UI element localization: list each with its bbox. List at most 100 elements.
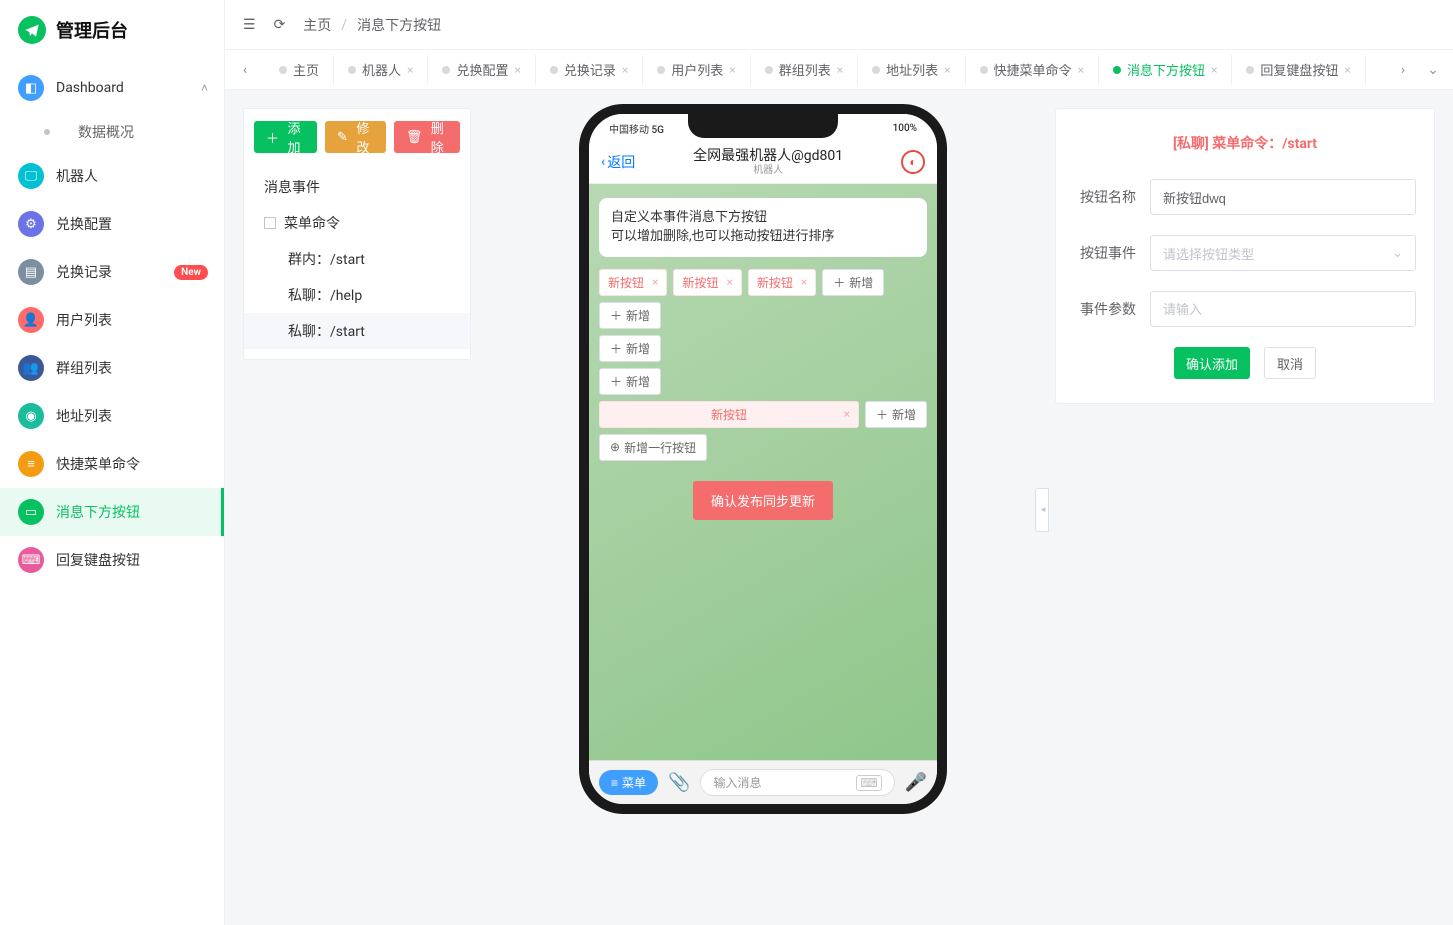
close-icon[interactable]: × — [407, 63, 413, 77]
content: ＋添加 ✎修改 🗑删除 消息事件 菜单命令 群内：/start 私聊：/help… — [225, 90, 1453, 925]
panel-collapse-handle[interactable]: ◂ — [1035, 488, 1049, 532]
menu-pill[interactable]: ≡菜单 — [599, 770, 658, 795]
plus-icon: ＋ — [610, 340, 622, 357]
tab-3[interactable]: 兑换记录× — [536, 55, 643, 85]
tabs-scroll-right[interactable]: › — [1389, 55, 1417, 85]
add-button[interactable]: ＋添加 — [254, 121, 317, 153]
chevron-up-icon: ˄ — [201, 81, 208, 95]
delete-button[interactable]: 🗑删除 — [394, 121, 460, 153]
fire-icon[interactable]: ◐ — [901, 150, 925, 174]
nav-user-list[interactable]: 👤 用户列表 — [0, 296, 224, 344]
nav-address-list[interactable]: ◉ 地址列表 — [0, 392, 224, 440]
tab-dot-icon — [872, 66, 880, 74]
tree-group[interactable]: 菜单命令 — [244, 205, 470, 241]
btn-chip[interactable]: 新按钮× — [673, 269, 741, 296]
add-chip[interactable]: ＋新增 — [599, 302, 661, 329]
confirm-button[interactable]: 确认添加 — [1174, 347, 1250, 379]
add-chip[interactable]: ＋新增 — [599, 335, 661, 362]
tab-dot-icon — [980, 66, 988, 74]
tab-dot-icon — [348, 66, 356, 74]
add-chip[interactable]: ＋新增 — [599, 368, 661, 395]
collapse-icon[interactable]: ☰ — [243, 17, 256, 33]
nav-reply-keyboard[interactable]: ⌨ 回复键盘按钮 — [0, 536, 224, 584]
close-icon[interactable]: × — [801, 275, 807, 289]
back-button[interactable]: ‹返回 — [601, 152, 635, 172]
label-param: 事件参数 — [1074, 299, 1136, 319]
input-name[interactable] — [1150, 179, 1416, 215]
publish-button[interactable]: 确认发布同步更新 — [693, 481, 833, 520]
sidebar: 管理后台 ◧ Dashboard ˄ 数据概况 🖵 机器人 ⚙ 兑换配置 ▤ — [0, 0, 225, 925]
form-title: [私聊] 菜单命令：/start — [1074, 133, 1416, 153]
paperclip-icon[interactable]: 📎 — [668, 772, 690, 793]
tab-4[interactable]: 用户列表× — [643, 55, 750, 85]
close-icon[interactable]: × — [1344, 63, 1350, 77]
mic-icon[interactable]: 🎤 — [905, 772, 927, 793]
tab-8[interactable]: 消息下方按钮× — [1099, 55, 1232, 85]
phone-preview-area: 中国移动 5G 100% ‹返回 全网最强机器人@gd801 机器人 ◐ 自定 — [489, 108, 1037, 907]
keypad-icon: ⌨ — [856, 775, 881, 791]
nav-data-overview[interactable]: 数据概况 — [0, 112, 224, 152]
nav-quick-menu[interactable]: ≡ 快捷菜单命令 — [0, 440, 224, 488]
nav-group-list[interactable]: 👥 群组列表 — [0, 344, 224, 392]
tabstrip: ‹ 主页机器人×兑换配置×兑换记录×用户列表×群组列表×地址列表×快捷菜单命令×… — [225, 50, 1453, 90]
close-icon[interactable]: × — [652, 275, 658, 289]
btn-chip[interactable]: 新按钮× — [599, 269, 667, 296]
btn-chip[interactable]: 新按钮× — [748, 269, 816, 296]
tree-item-2[interactable]: 私聊：/start — [244, 313, 470, 349]
close-icon[interactable]: × — [844, 407, 850, 421]
tabs-scroll-left[interactable]: ‹ — [231, 55, 259, 85]
refresh-icon[interactable]: ⟳ — [274, 17, 286, 33]
event-tree-panel: ＋添加 ✎修改 🗑删除 消息事件 菜单命令 群内：/start 私聊：/help… — [243, 108, 471, 360]
tab-dot-icon — [279, 66, 287, 74]
nav-exchange-config[interactable]: ⚙ 兑换配置 — [0, 200, 224, 248]
add-chip[interactable]: ＋新增 — [822, 269, 884, 296]
tab-0[interactable]: 主页 — [265, 55, 334, 85]
breadcrumb: 主页 / 消息下方按钮 — [303, 15, 441, 35]
btn-chip-selected[interactable]: 新按钮× — [599, 401, 859, 428]
tab-2[interactable]: 兑换配置× — [428, 55, 535, 85]
close-icon[interactable]: × — [622, 63, 628, 77]
chevron-down-icon: ⌄ — [1392, 246, 1403, 261]
close-icon[interactable]: × — [1211, 63, 1217, 77]
edit-button[interactable]: ✎修改 — [325, 121, 386, 153]
nav-robot[interactable]: 🖵 机器人 — [0, 152, 224, 200]
close-icon[interactable]: × — [514, 63, 520, 77]
tab-6[interactable]: 地址列表× — [858, 55, 965, 85]
hint-bubble: 自定义本事件消息下方按钮 可以增加删除,也可以拖动按钮进行排序 — [599, 198, 927, 257]
tree-item-0[interactable]: 群内：/start — [244, 241, 470, 277]
close-icon[interactable]: × — [729, 63, 735, 77]
label-name: 按钮名称 — [1074, 187, 1136, 207]
tab-9[interactable]: 回复键盘按钮× — [1232, 55, 1365, 85]
tab-1[interactable]: 机器人× — [334, 55, 428, 85]
pencil-icon: ✎ — [337, 129, 348, 145]
crumb-home[interactable]: 主页 — [303, 15, 331, 35]
select-event[interactable]: 请选择按钮类型 ⌄ — [1150, 235, 1416, 271]
tabs-dropdown[interactable]: ⌄ — [1419, 55, 1447, 85]
message-input[interactable]: 输入消息⌨ — [700, 769, 894, 796]
close-icon[interactable]: × — [944, 63, 950, 77]
cancel-button[interactable]: 取消 — [1264, 347, 1316, 379]
tree-root[interactable]: 消息事件 — [244, 169, 470, 205]
chat-input-bar: ≡菜单 📎 输入消息⌨ 🎤 — [589, 760, 937, 804]
close-icon[interactable]: × — [726, 275, 732, 289]
tab-5[interactable]: 群组列表× — [751, 55, 858, 85]
tree-item-1[interactable]: 私聊：/help — [244, 277, 470, 313]
bullet-icon — [44, 129, 50, 135]
button-form-panel: [私聊] 菜单命令：/start 按钮名称 按钮事件 请选择按钮类型 ⌄ 事件参… — [1055, 108, 1435, 404]
add-chip[interactable]: ＋新增 — [865, 401, 927, 428]
users-icon: 👥 — [18, 355, 44, 381]
new-badge: New — [174, 265, 208, 280]
nav-message-buttons[interactable]: ▭ 消息下方按钮 — [0, 488, 224, 536]
nav-exchange-record[interactable]: ▤ 兑换记录 New — [0, 248, 224, 296]
tab-dot-icon — [1113, 66, 1121, 74]
tab-7[interactable]: 快捷菜单命令× — [966, 55, 1099, 85]
close-icon[interactable]: × — [837, 63, 843, 77]
add-row-chip[interactable]: ⊕新增一行按钮 — [599, 434, 707, 461]
close-icon[interactable]: × — [1078, 63, 1084, 77]
input-param[interactable] — [1150, 291, 1416, 327]
topbar: ☰ ⟳ 主页 / 消息下方按钮 — [225, 0, 1453, 50]
nav-dashboard[interactable]: ◧ Dashboard ˄ — [0, 64, 224, 112]
clipboard-icon: ▤ — [18, 259, 44, 285]
main-nav: ◧ Dashboard ˄ 数据概况 🖵 机器人 ⚙ 兑换配置 ▤ 兑换记录 N… — [0, 60, 224, 588]
plus-icon: ＋ — [876, 406, 888, 423]
